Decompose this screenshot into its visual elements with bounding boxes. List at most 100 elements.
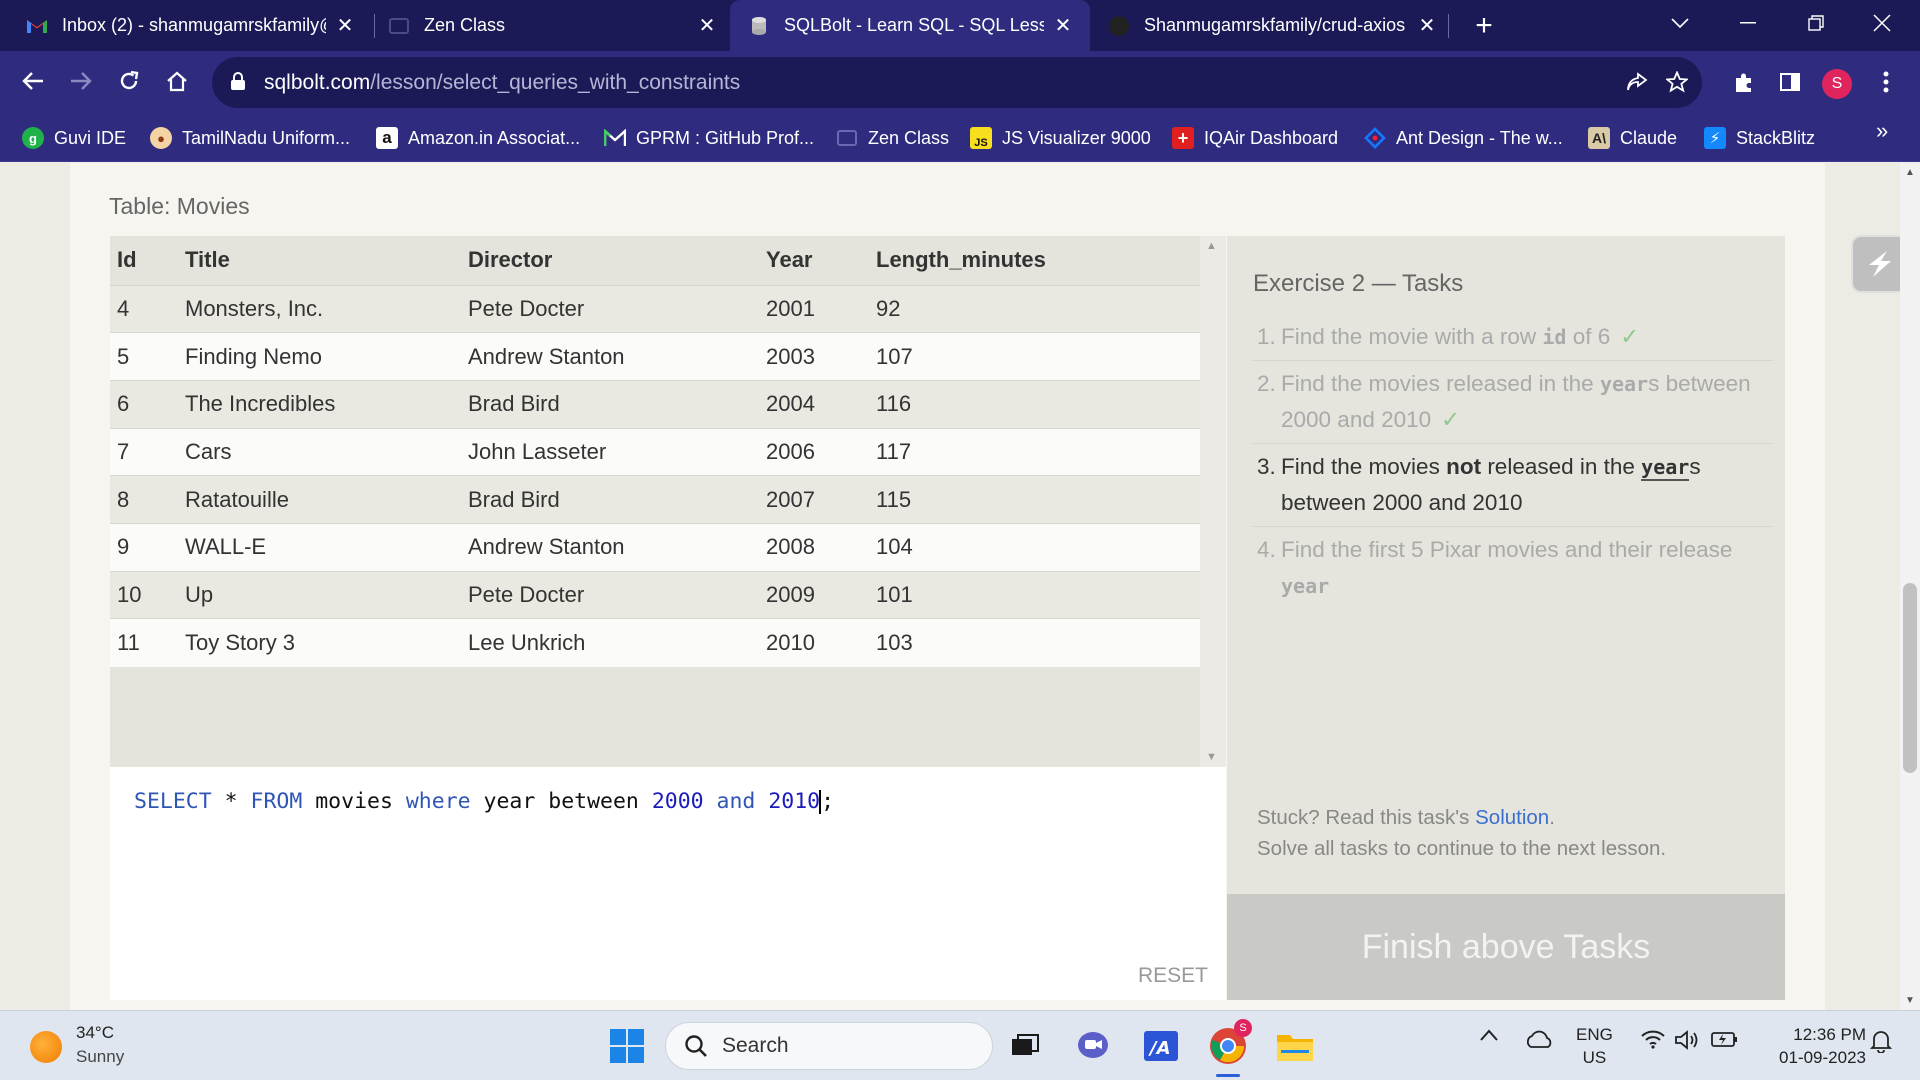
close-icon[interactable]: ✕ [1416, 15, 1438, 37]
zen-class-icon [388, 15, 410, 37]
taskbar-search-box[interactable]: Search [665, 1022, 993, 1070]
onedrive-cloud-icon[interactable] [1524, 1029, 1554, 1049]
sun-weather-icon[interactable] [30, 1031, 62, 1063]
windows-start-icon[interactable] [604, 1023, 650, 1069]
reload-icon[interactable] [109, 61, 149, 101]
table-row: 7 Cars John Lasseter 2006 117 [110, 427, 1200, 476]
table-row: 8 Ratatouille Brad Bird 2007 115 [110, 475, 1200, 524]
bookmark-zen-class[interactable]: Zen Class [836, 124, 949, 152]
bookmark-js-visualizer[interactable]: JS JS Visualizer 9000 [970, 124, 1151, 152]
bookmark-label: Guvi IDE [54, 127, 127, 148]
cell-id: 10 [110, 570, 178, 619]
browser-toolbar: sqlbolt.com/lesson/select_queries_with_c… [0, 51, 1920, 114]
tab-search-chevron-icon[interactable] [1650, 0, 1710, 45]
bookmark-gprm[interactable]: GPRM : GitHub Prof... [604, 124, 814, 152]
sql-query-editor[interactable]: SELECT * FROM movies where year between … [110, 767, 1226, 1000]
weather-temperature[interactable]: 34°C [76, 1023, 114, 1043]
task-list: 1. Find the movie with a row id of 6 ✓ 2.… [1253, 314, 1773, 609]
lock-icon[interactable] [230, 71, 250, 95]
forward-arrow-icon[interactable] [61, 61, 101, 101]
volume-icon[interactable] [1674, 1029, 1700, 1051]
table-row: 10 Up Pete Docter 2009 101 [110, 570, 1200, 619]
cell-id: 11 [110, 618, 178, 667]
query-results-table: Id Title Director Year Length_minutes 4M… [110, 236, 1200, 767]
bookmark-star-icon[interactable] [1660, 65, 1694, 99]
new-tab-button[interactable]: + [1466, 8, 1502, 44]
tab-title: Zen Class [424, 15, 506, 35]
url-path: /lesson/select_queries_with_constraints [370, 70, 741, 94]
wifi-icon[interactable] [1640, 1029, 1666, 1049]
scroll-down-arrow-icon[interactable]: ▼ [1905, 995, 1915, 1006]
home-icon[interactable] [157, 61, 197, 101]
address-bar[interactable]: sqlbolt.com/lesson/select_queries_with_c… [212, 57, 1702, 108]
chevron-up-icon[interactable] [1480, 1029, 1498, 1041]
extensions-puzzle-icon[interactable] [1724, 62, 1764, 102]
back-arrow-icon[interactable] [13, 61, 53, 101]
cell-length: 116 [869, 379, 1200, 429]
cell-year: 2009 [759, 570, 869, 619]
cell-id: 5 [110, 332, 178, 381]
chrome-icon[interactable]: S [1205, 1019, 1252, 1069]
chrome-profile-badge: S [1234, 1019, 1252, 1037]
bookmark-claude[interactable]: A\ Claude [1588, 124, 1677, 152]
results-scrollbar[interactable]: ▲ ▼ [1200, 236, 1226, 767]
task-view-icon[interactable] [1002, 1023, 1048, 1069]
bookmark-tamilnadu-uniform[interactable]: ● TamilNadu Uniform... [150, 124, 350, 152]
bookmark-label: GPRM : GitHub Prof... [636, 127, 815, 148]
scroll-up-arrow-icon[interactable]: ▲ [1206, 240, 1217, 252]
close-icon[interactable]: ✕ [1052, 15, 1074, 37]
tab-gmail[interactable]: Inbox (2) - shanmugamrskfamily@ ✕ [26, 0, 356, 51]
tab-title: SQLBolt - Learn SQL - SQL Lesson [784, 15, 1044, 35]
solve-all-text: Solve all tasks to continue to the next … [1257, 837, 1667, 860]
bookmark-amazon-associates[interactable]: a Amazon.in Associat... [376, 124, 580, 152]
task-item-current: 3. Find the movies not released in the y… [1253, 444, 1773, 527]
battery-charging-icon[interactable] [1710, 1029, 1738, 1049]
cell-length: 115 [869, 475, 1200, 524]
tab-github[interactable]: Shanmugamrskfamily/crud-axios ✕ [1108, 0, 1438, 51]
notification-bell-icon[interactable] [1870, 1029, 1892, 1053]
side-panel-icon[interactable] [1770, 62, 1810, 102]
sql-keyword: SELECT [134, 789, 212, 814]
task-number: 2. [1257, 371, 1276, 396]
sql-query-text[interactable]: SELECT * FROM movies where year between … [134, 789, 834, 814]
system-clock[interactable]: 12:36 PM 01-09-2023 [1756, 1023, 1866, 1069]
vscode-editor-icon[interactable]: /A [1138, 1023, 1184, 1069]
page-viewport: Table: Movies Id Title Director Year Len… [0, 163, 1920, 1010]
task-item-locked: 4. Find the first 5 Pixar movies and the… [1253, 527, 1773, 609]
scroll-up-arrow-icon[interactable]: ▲ [1905, 167, 1915, 178]
menu-kebab-icon[interactable] [1866, 62, 1906, 102]
minimize-icon[interactable] [1718, 0, 1778, 45]
close-icon[interactable]: ✕ [334, 15, 356, 37]
close-window-icon[interactable] [1852, 0, 1912, 45]
antdesign-icon [1364, 127, 1386, 149]
cell-id: 8 [110, 475, 178, 524]
sql-text: year between [470, 789, 652, 814]
scrollbar-thumb[interactable] [1903, 583, 1917, 773]
bookmarks-bar: g Guvi IDE ● TamilNadu Uniform... a Amaz… [0, 114, 1920, 162]
reset-button[interactable]: RESET [1138, 964, 1208, 988]
teams-chat-icon[interactable] [1070, 1023, 1116, 1069]
share-icon[interactable] [1620, 65, 1654, 99]
weather-description[interactable]: Sunny [76, 1047, 124, 1067]
restore-icon[interactable] [1786, 0, 1846, 45]
close-icon[interactable]: ✕ [696, 15, 718, 37]
file-explorer-icon[interactable] [1272, 1023, 1318, 1069]
tab-sqlbolt[interactable]: SQLBolt - Learn SQL - SQL Lesson ✕ [730, 0, 1090, 51]
cell-year: 2004 [759, 379, 869, 429]
bookmark-ant-design[interactable]: Ant Design - The w... [1364, 124, 1563, 152]
solution-link[interactable]: Solution [1475, 806, 1549, 829]
finish-tasks-button[interactable]: Finish above Tasks [1227, 894, 1785, 1000]
language-indicator[interactable]: ENG US [1576, 1023, 1613, 1069]
claude-icon: A\ [1588, 127, 1610, 149]
bookmarks-overflow-chevron-icon[interactable]: » [1876, 118, 1888, 144]
bookmark-stackblitz[interactable]: ⚡ StackBlitz [1704, 124, 1815, 152]
profile-avatar[interactable]: S [1822, 69, 1852, 99]
scroll-down-arrow-icon[interactable]: ▼ [1206, 751, 1217, 763]
bookmark-iqair[interactable]: + IQAir Dashboard [1172, 124, 1338, 152]
bookmark-guvi-ide[interactable]: g Guvi IDE [22, 124, 126, 152]
cell-year: 2001 [759, 284, 869, 333]
cell-length: 92 [869, 284, 1200, 333]
tab-zen-class[interactable]: Zen Class ✕ [388, 0, 718, 51]
page-scrollbar[interactable]: ▲ ▼ [1900, 163, 1920, 1010]
